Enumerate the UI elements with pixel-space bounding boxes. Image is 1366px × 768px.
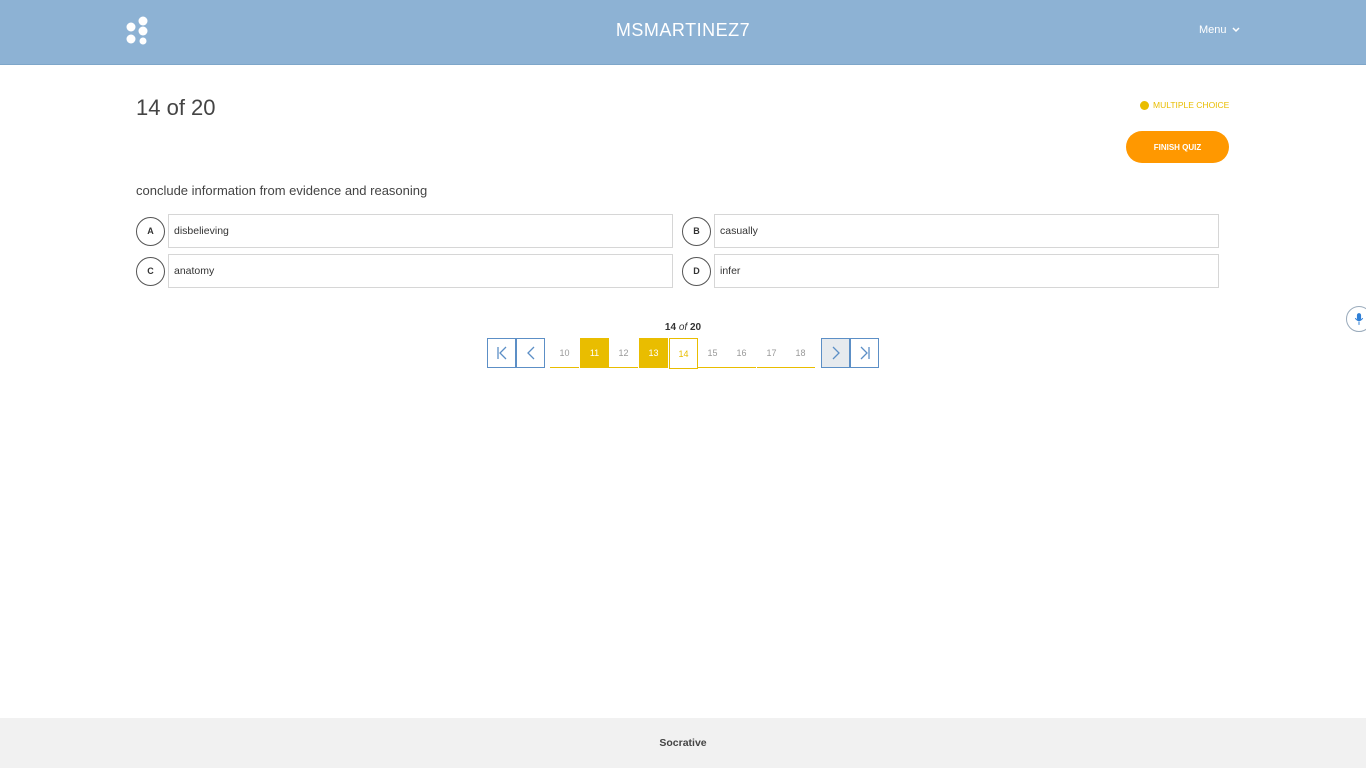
answer-option-c[interactable]: C anatomy bbox=[136, 254, 673, 288]
question-type-dot-icon bbox=[1140, 100, 1149, 110]
finish-quiz-button[interactable]: FINISH QUIZ bbox=[1126, 131, 1229, 163]
previous-page-icon bbox=[526, 346, 534, 360]
menu-button[interactable]: Menu bbox=[1199, 24, 1240, 36]
top-bar: MSMARTINEZ7 Menu bbox=[0, 0, 1366, 65]
chevron-down-icon bbox=[1232, 27, 1240, 33]
previous-page-button[interactable] bbox=[516, 338, 545, 368]
answer-option-b[interactable]: B casually bbox=[682, 214, 1219, 248]
footer: Socrative bbox=[0, 718, 1366, 768]
page-number-13[interactable]: 13 bbox=[639, 338, 668, 368]
question-text: conclude information from evidence and r… bbox=[136, 183, 428, 198]
page-number-12[interactable]: 12 bbox=[609, 338, 638, 368]
answer-text[interactable]: casually bbox=[714, 214, 1219, 248]
pager-current: 14 bbox=[664, 322, 677, 333]
question-type-badge: MULTIPLE CHOICE bbox=[1140, 100, 1229, 110]
answer-option-d[interactable]: D infer bbox=[682, 254, 1219, 288]
page-number-17[interactable]: 17 bbox=[757, 338, 786, 368]
page-number-15[interactable]: 15 bbox=[698, 338, 727, 368]
next-page-button[interactable] bbox=[821, 338, 850, 368]
page-number-14[interactable]: 14 bbox=[669, 338, 698, 369]
answer-letter[interactable]: B bbox=[682, 216, 711, 246]
answer-text[interactable]: infer bbox=[714, 254, 1219, 288]
answer-text[interactable]: anatomy bbox=[168, 254, 673, 288]
menu-label: Menu bbox=[1199, 24, 1227, 36]
answer-letter[interactable]: A bbox=[136, 216, 165, 246]
next-page-icon bbox=[832, 346, 840, 360]
room-name: MSMARTINEZ7 bbox=[615, 20, 751, 40]
question-type-label: MULTIPLE CHOICE bbox=[1153, 100, 1230, 110]
answer-text[interactable]: disbelieving bbox=[168, 214, 673, 248]
last-page-button[interactable] bbox=[850, 338, 879, 368]
footer-brand[interactable]: Socrative bbox=[659, 737, 706, 749]
answer-letter[interactable]: C bbox=[136, 256, 165, 286]
answer-letter[interactable]: D bbox=[682, 256, 711, 286]
answer-option-a[interactable]: A disbelieving bbox=[136, 214, 673, 248]
page-number-16[interactable]: 16 bbox=[727, 338, 756, 368]
pager-total: 20 bbox=[689, 322, 702, 333]
page-number-18[interactable]: 18 bbox=[786, 338, 815, 368]
page-number-11[interactable]: 11 bbox=[580, 338, 609, 368]
pager-of-word: of bbox=[678, 322, 688, 333]
page-number-10[interactable]: 10 bbox=[550, 338, 579, 368]
first-page-icon bbox=[496, 346, 506, 360]
first-page-button[interactable] bbox=[487, 338, 516, 368]
question-progress-title: 14 of 20 bbox=[136, 95, 216, 120]
last-page-icon bbox=[860, 346, 870, 360]
pager-counter: 14 of 20 bbox=[0, 322, 1366, 333]
